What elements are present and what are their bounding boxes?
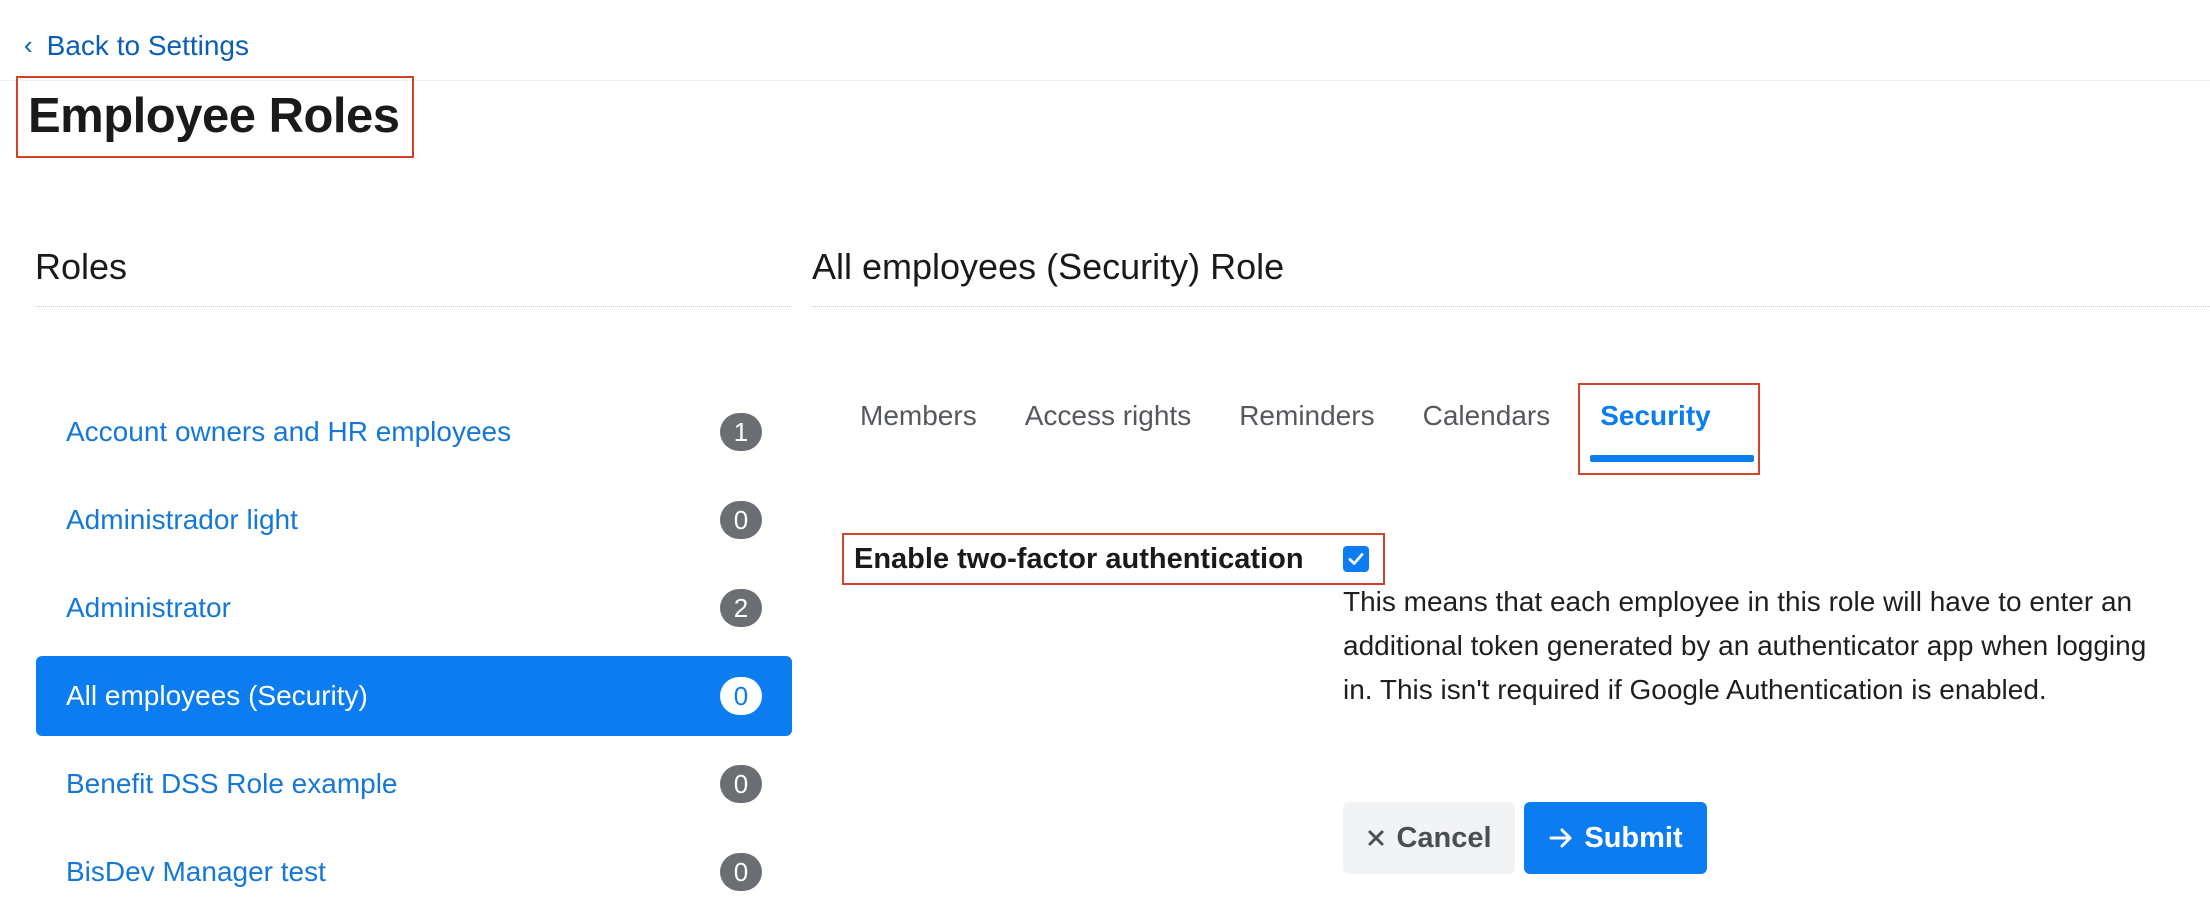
role-item-label: Administrador light	[66, 504, 298, 535]
member-count-badge: 2	[720, 589, 762, 627]
cancel-button-label: Cancel	[1396, 821, 1492, 854]
two-factor-setting: Enable two-factor authentication	[842, 533, 1385, 585]
role-list: Account owners and HR employees 1 Admini…	[36, 392, 792, 920]
role-detail-heading: All employees (Security) Role	[812, 246, 1285, 287]
role-item-label: Administrator	[66, 592, 231, 623]
role-item-benefit-dss[interactable]: Benefit DSS Role example 0	[36, 744, 792, 824]
role-item-label: BisDev Manager test	[66, 856, 326, 887]
roles-heading: Roles	[35, 246, 128, 287]
back-to-settings-link[interactable]: ‹ Back to Settings	[24, 30, 249, 62]
two-factor-checkbox[interactable]	[1343, 546, 1369, 572]
chevron-left-icon: ‹	[24, 30, 33, 60]
role-item-label: Benefit DSS Role example	[66, 768, 398, 799]
role-item-all-employees-security[interactable]: All employees (Security) 0	[36, 656, 792, 736]
member-count-badge: 0	[720, 501, 762, 539]
checkmark-icon	[1348, 553, 1364, 565]
arrow-right-icon	[1549, 828, 1572, 848]
roles-divider	[35, 306, 792, 307]
submit-button[interactable]: Submit	[1524, 802, 1707, 874]
role-item-account-owners[interactable]: Account owners and HR employees 1	[36, 392, 792, 472]
role-detail-divider	[812, 306, 2210, 307]
member-count-badge: 0	[720, 677, 762, 715]
tab-reminders[interactable]: Reminders	[1239, 400, 1374, 444]
back-link-label: Back to Settings	[46, 30, 250, 61]
role-item-bisdev-manager[interactable]: BisDev Manager test 0	[36, 832, 792, 912]
role-item-administrator[interactable]: Administrator 2	[36, 568, 792, 648]
tab-calendars[interactable]: Calendars	[1423, 400, 1551, 444]
role-item-label: All employees (Security)	[66, 680, 368, 711]
member-count-badge: 0	[720, 853, 762, 891]
page-title: Employee Roles	[16, 76, 414, 158]
member-count-badge: 0	[720, 765, 762, 803]
two-factor-help-text: This means that each employee in this ro…	[1343, 586, 2147, 705]
tab-access-rights[interactable]: Access rights	[1025, 400, 1192, 444]
active-tab-indicator	[1590, 455, 1754, 462]
two-factor-label: Enable two-factor authentication	[854, 542, 1304, 575]
cancel-button[interactable]: Cancel	[1343, 802, 1515, 874]
role-item-administrador-light[interactable]: Administrador light 0	[36, 480, 792, 560]
role-item-label: Account owners and HR employees	[66, 416, 512, 447]
close-icon	[1368, 830, 1384, 846]
tab-members[interactable]: Members	[860, 400, 977, 444]
submit-button-label: Submit	[1584, 821, 1683, 854]
member-count-badge: 1	[720, 413, 762, 451]
